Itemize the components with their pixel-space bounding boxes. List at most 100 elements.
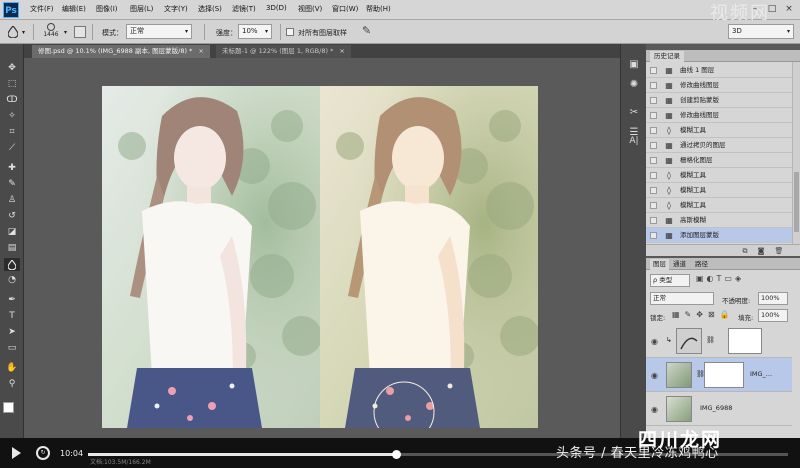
play-icon[interactable] (12, 447, 21, 459)
history-item[interactable]: ◊ 模糊工具 (646, 168, 792, 183)
history-tab[interactable]: 历史记录 (650, 51, 684, 62)
menu-select[interactable]: 选择(S) (198, 4, 222, 14)
tab-channels[interactable]: 通道 (670, 259, 689, 270)
foreground-color-swatch[interactable] (3, 402, 14, 413)
maximize-button[interactable]: □ (765, 3, 779, 15)
trash-icon[interactable]: 🗑 (774, 246, 784, 256)
move-tool-icon[interactable]: ✥ (4, 62, 20, 75)
history-source-checkbox[interactable] (650, 157, 657, 164)
snapshot-camera-icon[interactable]: ◙ (756, 246, 766, 256)
menu-window[interactable]: 窗口(W) (332, 4, 358, 14)
layer-row-selected[interactable]: ◉ ⛓ IMG_... (646, 358, 792, 392)
menu-filter[interactable]: 滤镜(T) (232, 4, 256, 14)
lock-icons[interactable]: ▦✎✥⊠🔒 (672, 310, 735, 319)
tab-layers[interactable]: 图层 (650, 259, 669, 270)
layer-row[interactable]: ◉ IMG_6988 (646, 392, 792, 426)
history-source-checkbox[interactable] (650, 217, 657, 224)
history-item[interactable]: ◊ 模糊工具 (646, 123, 792, 138)
history-source-checkbox[interactable] (650, 82, 657, 89)
pressure-pen-icon[interactable]: ✎ (362, 24, 371, 37)
new-document-from-state-icon[interactable]: ⧉ (740, 246, 750, 256)
mode-select[interactable]: 正常 ▾ (126, 24, 192, 39)
eye-icon[interactable]: ◉ (651, 371, 658, 380)
history-scrollbar[interactable] (792, 62, 800, 244)
layer-filter-icons[interactable]: ▣◐T▭◈ (696, 274, 744, 283)
history-panel-icon[interactable]: ▣ (626, 58, 642, 72)
close-tab-icon[interactable]: × (339, 47, 344, 55)
lasso-tool-icon[interactable]: ↀ (4, 94, 20, 107)
history-brush-tool-icon[interactable]: ↺ (4, 210, 20, 223)
tool-presets-panel-icon[interactable]: ✂ (626, 106, 642, 120)
character-panel-icon[interactable]: A| (626, 134, 642, 148)
history-item[interactable]: ▦ 创建剪贴蒙版 (646, 93, 792, 108)
fill-input[interactable]: 100% (758, 309, 788, 322)
gradient-tool-icon[interactable]: ▤ (4, 242, 20, 255)
pen-tool-icon[interactable]: ✒ (4, 294, 20, 307)
history-item[interactable]: ◊ 模糊工具 (646, 198, 792, 213)
crop-tool-icon[interactable]: ⌗ (4, 126, 20, 139)
zoom-tool-icon[interactable]: ⚲ (4, 378, 20, 391)
eyedropper-tool-icon[interactable]: ⟋ (4, 142, 20, 155)
type-tool-icon[interactable]: T (4, 310, 20, 323)
eye-icon[interactable]: ◉ (651, 337, 658, 346)
quick-select-tool-icon[interactable]: ✧ (4, 110, 20, 123)
layer-row[interactable]: ◉ ↳ ⛓ (646, 324, 792, 358)
hand-tool-icon[interactable]: ✋ (4, 362, 20, 375)
brush-tool-icon[interactable]: ✎ (4, 178, 20, 191)
opacity-input[interactable]: 100% (758, 292, 788, 305)
replay-icon[interactable]: ↻ (36, 446, 50, 460)
properties-panel-icon[interactable]: ✺ (626, 78, 642, 92)
history-item[interactable]: ▦ 通过拷贝的图层 (646, 138, 792, 153)
brush-chevron-icon[interactable]: ▾ (64, 29, 67, 36)
history-source-checkbox[interactable] (650, 97, 657, 104)
history-item[interactable]: ▦ 修改曲线图层 (646, 78, 792, 93)
history-item[interactable]: ▦ 曲线 1 图层 (646, 63, 792, 78)
strength-input[interactable]: 10% ▾ (238, 24, 272, 39)
history-item[interactable]: ▦ 添加图层蒙版 (646, 228, 792, 243)
history-source-checkbox[interactable] (650, 112, 657, 119)
menu-file[interactable]: 文件(F) (30, 4, 54, 14)
scrollbar-thumb[interactable] (794, 172, 799, 232)
blur-tool-icon[interactable] (4, 258, 20, 271)
dodge-tool-icon[interactable]: ◔ (4, 274, 20, 287)
layer-filter-select[interactable]: ρ 类型 (650, 274, 690, 287)
close-button[interactable]: × (782, 3, 796, 15)
history-source-checkbox[interactable] (650, 187, 657, 194)
history-source-checkbox[interactable] (650, 232, 657, 239)
document-canvas[interactable] (24, 58, 620, 438)
workspace-select[interactable]: 3D ▾ (728, 24, 794, 39)
history-source-checkbox[interactable] (650, 67, 657, 74)
path-select-tool-icon[interactable]: ➤ (4, 326, 20, 339)
layer-mask-thumbnail[interactable] (728, 328, 762, 354)
brush-size-picker[interactable]: 1446 (40, 23, 62, 41)
sample-all-layers-checkbox[interactable] (286, 28, 294, 36)
menu-3d[interactable]: 3D(D) (266, 4, 287, 12)
tab-untitled-1[interactable]: 未标题-1 @ 122% (图层 1, RGB/8) * × (216, 45, 351, 58)
menu-edit[interactable]: 编辑(E) (62, 4, 86, 14)
history-item[interactable]: ◊ 模糊工具 (646, 183, 792, 198)
minimize-button[interactable]: – (748, 3, 762, 15)
menu-view[interactable]: 视图(V) (298, 4, 322, 14)
menu-type[interactable]: 文字(Y) (164, 4, 188, 14)
healing-brush-tool-icon[interactable]: ✚ (4, 162, 20, 175)
history-source-checkbox[interactable] (650, 127, 657, 134)
layer-mask-thumbnail[interactable] (704, 362, 744, 388)
clone-stamp-tool-icon[interactable]: ♙ (4, 194, 20, 207)
history-source-checkbox[interactable] (650, 202, 657, 209)
close-tab-icon[interactable]: × (198, 47, 203, 55)
tool-preset-chevron-icon[interactable]: ▾ (22, 29, 25, 36)
brush-panel-toggle-icon[interactable] (74, 26, 86, 38)
eraser-tool-icon[interactable]: ◪ (4, 226, 20, 239)
history-item[interactable]: ▦ 修改曲线图层 (646, 108, 792, 123)
tab-retouch-psd[interactable]: 修图.psd @ 10.1% (IMG_6988 副本, 图层蒙版/8) * × (32, 45, 210, 58)
menu-help[interactable]: 帮助(H) (366, 4, 391, 14)
progress-handle[interactable] (392, 450, 401, 459)
history-source-checkbox[interactable] (650, 172, 657, 179)
blur-tool-icon[interactable] (7, 25, 19, 39)
history-item[interactable]: ▦ 高斯模糊 (646, 213, 792, 228)
marquee-tool-icon[interactable]: ⬚ (4, 78, 20, 91)
eye-icon[interactable]: ◉ (651, 405, 658, 414)
blend-mode-select[interactable]: 正常 (650, 292, 714, 305)
shape-tool-icon[interactable]: ▭ (4, 342, 20, 355)
history-item[interactable]: ▦ 栅格化图层 (646, 153, 792, 168)
